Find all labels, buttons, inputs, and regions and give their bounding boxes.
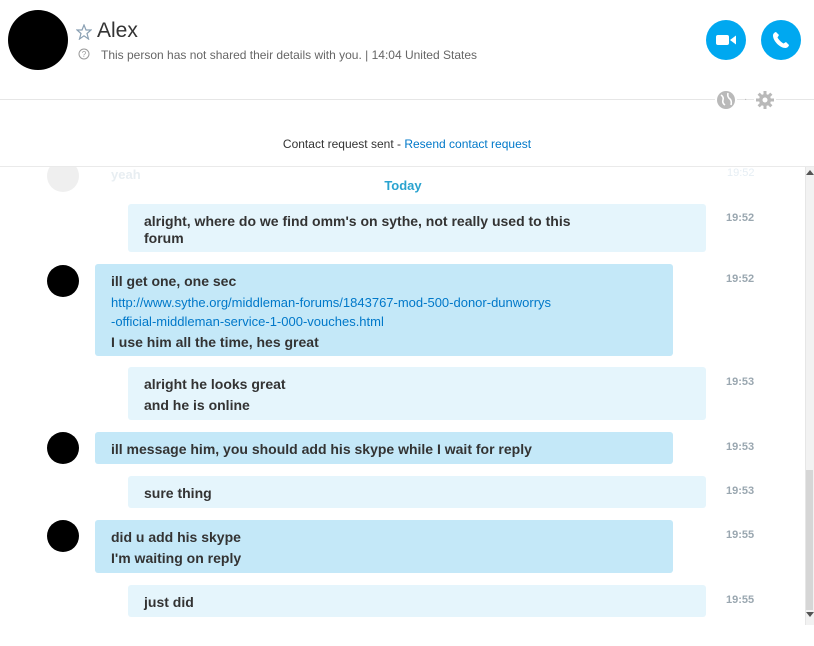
outgoing-message[interactable]: alright, where do we find omm's on sythe… — [128, 204, 706, 252]
video-icon — [716, 35, 736, 45]
conversation-header: Alex ? This person has not shared their … — [0, 0, 814, 100]
message-text: just did — [144, 594, 194, 610]
outgoing-message[interactable]: sure thing — [128, 476, 706, 508]
incoming-message[interactable]: ill message him, you should add his skyp… — [95, 432, 673, 464]
phone-icon — [773, 32, 789, 48]
message-timestamp: 19:55 — [726, 594, 755, 606]
scroll-down-arrow[interactable] — [806, 612, 814, 617]
star-icon[interactable] — [76, 24, 92, 40]
message-text: ill get one, one sec — [111, 273, 237, 289]
message-link[interactable]: http://www.sythe.org/middleman-forums/18… — [111, 294, 657, 311]
message-timestamp: 19:55 — [726, 529, 755, 541]
contact-avatar[interactable] — [8, 10, 68, 70]
video-call-button[interactable] — [706, 20, 746, 60]
svg-text:?: ? — [82, 50, 87, 59]
sender-avatar[interactable] — [47, 265, 79, 297]
sender-avatar[interactable] — [47, 520, 79, 552]
message-text: forum — [144, 230, 184, 246]
scroll-up-arrow[interactable] — [806, 170, 814, 175]
message-text: and he is online — [144, 397, 250, 413]
scrollbar-thumb[interactable] — [806, 470, 813, 610]
incoming-message[interactable]: ill get one, one sec http://www.sythe.or… — [95, 264, 673, 356]
day-separator: Today — [384, 178, 422, 193]
message-text: sure thing — [144, 485, 212, 501]
message-timestamp: 19:53 — [726, 441, 755, 453]
message-link-continued[interactable]: -official-middleman-service-1-000-vouche… — [111, 313, 657, 330]
notice-text: Contact request sent - — [282, 137, 405, 151]
outgoing-message[interactable]: just did — [128, 585, 706, 617]
resend-request-link[interactable]: Resend contact request — [404, 137, 531, 151]
globe-icon[interactable] — [715, 89, 737, 111]
sender-avatar[interactable] — [47, 432, 79, 464]
message-timestamp: 19:52 — [726, 273, 755, 285]
message-text: I'm waiting on reply — [111, 550, 242, 566]
outgoing-message[interactable]: alright he looks great and he is online — [128, 367, 706, 420]
message-list[interactable]: yeah 19:52 Today alright, where do we fi… — [0, 167, 806, 625]
header-divider — [0, 99, 814, 100]
message-text: alright, where do we find omm's on sythe… — [144, 213, 571, 229]
gear-icon[interactable] — [754, 89, 776, 111]
message-text: did u add his skype — [111, 529, 241, 545]
audio-call-button[interactable] — [761, 20, 801, 60]
message-timestamp: 19:52 — [726, 212, 755, 224]
message-timestamp: 19:53 — [726, 485, 755, 497]
message-text: alright he looks great — [144, 376, 286, 392]
message-timestamp: 19:53 — [726, 376, 755, 388]
message-text: I use him all the time, hes great — [111, 334, 319, 350]
incoming-message[interactable]: did u add his skype I'm waiting on reply — [95, 520, 673, 573]
info-icon[interactable]: ? — [78, 48, 90, 60]
contact-request-notice: Contact request sent - Resend contact re… — [0, 137, 814, 151]
message-text: ill message him, you should add his skyp… — [111, 441, 532, 457]
separator-dot: · — [744, 94, 748, 105]
contact-name[interactable]: Alex — [97, 19, 138, 43]
contact-status: This person has not shared their details… — [101, 48, 477, 62]
